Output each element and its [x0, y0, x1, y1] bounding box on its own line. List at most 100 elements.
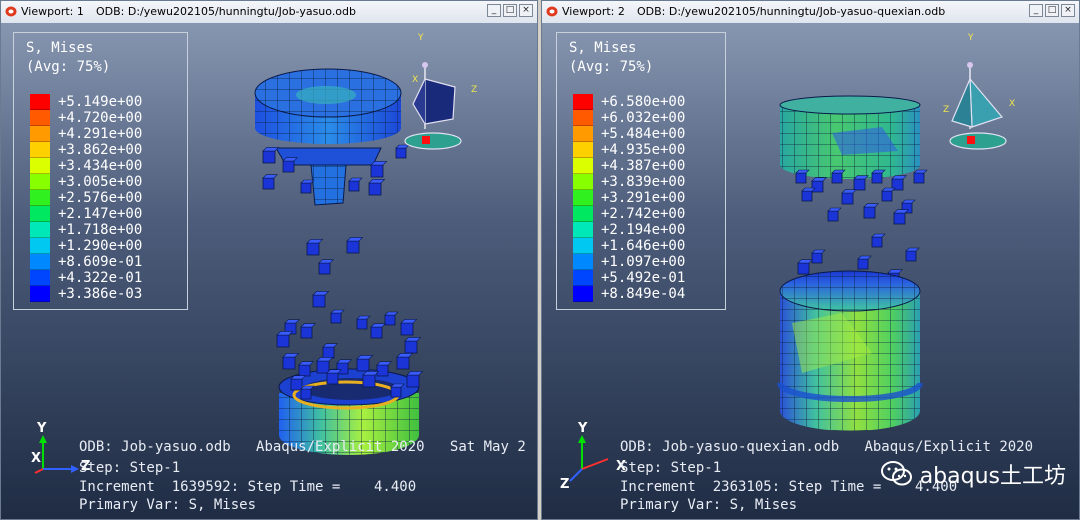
- maximize-button[interactable]: □: [1045, 4, 1059, 17]
- axis-y-arrow: [39, 435, 47, 443]
- fragment-element: [811, 249, 826, 254]
- axis-z-label: Z: [560, 477, 570, 492]
- fragment-element: [362, 374, 376, 388]
- fragment-element: [827, 210, 839, 222]
- fragment-element: [284, 319, 301, 324]
- viewport-title: Viewport: 1: [21, 5, 84, 18]
- fragment-element: [276, 334, 290, 348]
- info-increment: Increment 1639592: Step Time = 4.400: [79, 479, 417, 495]
- stress-hotspot: [296, 86, 356, 104]
- fragment-element: [797, 259, 814, 264]
- viewport-1[interactable]: Viewport: 1 ODB: D:/yewu202105/hunningtu…: [0, 0, 538, 520]
- info-odb: ODB: Job-yasuo-quexian.odb: [620, 439, 840, 455]
- viewport-2[interactable]: Viewport: 2 ODB: D:/yewu202105/hunningtu…: [541, 0, 1080, 520]
- close-button[interactable]: ×: [1061, 4, 1075, 17]
- fragment-element: [298, 361, 315, 366]
- info-primary-var: Primary Var: S, Mises: [620, 497, 798, 513]
- fragment-element: [300, 179, 315, 184]
- axis-y-label: Y: [578, 421, 588, 436]
- fragment-element: [306, 242, 320, 256]
- watermark-text: abaqus土工坊: [919, 464, 1066, 489]
- fragment-element: [336, 359, 353, 364]
- axis-y-label: Y: [37, 421, 47, 436]
- abaqus-logo-icon: [546, 6, 558, 17]
- view-triad-z-label: Z: [943, 105, 950, 115]
- triad-plane: [951, 78, 973, 128]
- minimize-button[interactable]: _: [487, 4, 501, 17]
- minimize-button[interactable]: _: [1029, 4, 1043, 17]
- viewport-2-canvas[interactable]: S, Mises (Avg: 75%) +6.580e+00 +6.032e+00…: [542, 23, 1079, 519]
- fragment-element: [384, 311, 399, 316]
- fragment-element: [370, 326, 383, 339]
- fragment-element: [318, 259, 335, 264]
- fragment-element: [881, 190, 893, 202]
- view-triad-x-label: X: [1009, 99, 1016, 109]
- fragment-element: [318, 262, 331, 275]
- fragment-element: [395, 144, 410, 149]
- fragment-element: [306, 239, 324, 244]
- viewport-title: Viewport: 2: [562, 5, 625, 18]
- fragment-element: [857, 255, 872, 260]
- fragment-element: [406, 374, 420, 388]
- fragment-element: [396, 356, 410, 370]
- axis-x-line: [581, 458, 609, 470]
- triad-plane: [424, 78, 456, 125]
- fragment-element: [913, 169, 928, 174]
- axis-y-arrow: [578, 435, 586, 443]
- fragment-element: [400, 322, 414, 336]
- fragment-element: [276, 331, 294, 336]
- fragment-element: [396, 353, 414, 358]
- fragment-element: [290, 378, 303, 391]
- view-triad-z-label: Z: [471, 85, 478, 95]
- fragment-element: [801, 190, 813, 202]
- odb-path: ODB: D:/yewu202105/hunningtu/Job-yasuo.o…: [96, 5, 357, 18]
- fragment-element: [827, 207, 842, 212]
- fragment-element: [797, 262, 810, 275]
- fragment-element: [795, 172, 807, 184]
- triad-node: [967, 62, 973, 68]
- fragment-element: [312, 291, 330, 296]
- watermark: abaqus土工坊: [880, 458, 1066, 490]
- viewport-2-titlebar[interactable]: Viewport: 2 ODB: D:/yewu202105/hunningtu…: [542, 1, 1079, 24]
- fragment-element: [905, 247, 920, 252]
- fragment-element: [871, 233, 886, 238]
- viewport-1-canvas[interactable]: S, Mises (Avg: 75%) +5.149e+00 +4.720e+00…: [1, 23, 537, 519]
- upper-specimen-top: [779, 95, 921, 115]
- fragment-element: [376, 364, 389, 377]
- fragment-element: [348, 177, 363, 182]
- triad-plane: [412, 78, 426, 125]
- fragment-element: [390, 386, 402, 398]
- fragment-element: [871, 236, 883, 248]
- fragment-element: [901, 199, 916, 204]
- fragment-element: [356, 318, 368, 330]
- view-triad-x-label: X: [412, 75, 419, 85]
- fragment-element: [346, 240, 360, 254]
- fragment-element: [404, 337, 422, 342]
- info-date: Sat May 2: [449, 439, 526, 455]
- info-primary-var: Primary Var: S, Mises: [79, 497, 257, 513]
- axis-z-line: [34, 468, 44, 474]
- fragment-element: [330, 309, 345, 314]
- fragment-element: [370, 323, 387, 328]
- fragment-element: [330, 312, 342, 324]
- info-step: Step: Step-1: [79, 460, 181, 476]
- fragment-element: [300, 388, 312, 400]
- fragment-element: [322, 343, 339, 348]
- triad-node: [422, 62, 428, 68]
- triad-origin: [422, 136, 430, 144]
- viewport-1-titlebar[interactable]: Viewport: 1 ODB: D:/yewu202105/hunningtu…: [1, 1, 537, 24]
- fragment-element: [298, 364, 311, 377]
- fragment-element: [871, 172, 883, 184]
- fragment-element: [905, 250, 917, 262]
- fragment-element: [811, 177, 828, 182]
- maximize-button[interactable]: □: [503, 4, 517, 17]
- close-button[interactable]: ×: [519, 4, 533, 17]
- fragment-element: [891, 175, 908, 180]
- view-triad-y-label: Y: [968, 33, 974, 43]
- fragment-element: [384, 314, 396, 326]
- fragment-element: [887, 269, 904, 274]
- fragment-element: [853, 178, 866, 191]
- fragment-element: [300, 326, 313, 339]
- axis-x-arrow: [71, 465, 79, 473]
- axis-x-label: X: [31, 451, 42, 466]
